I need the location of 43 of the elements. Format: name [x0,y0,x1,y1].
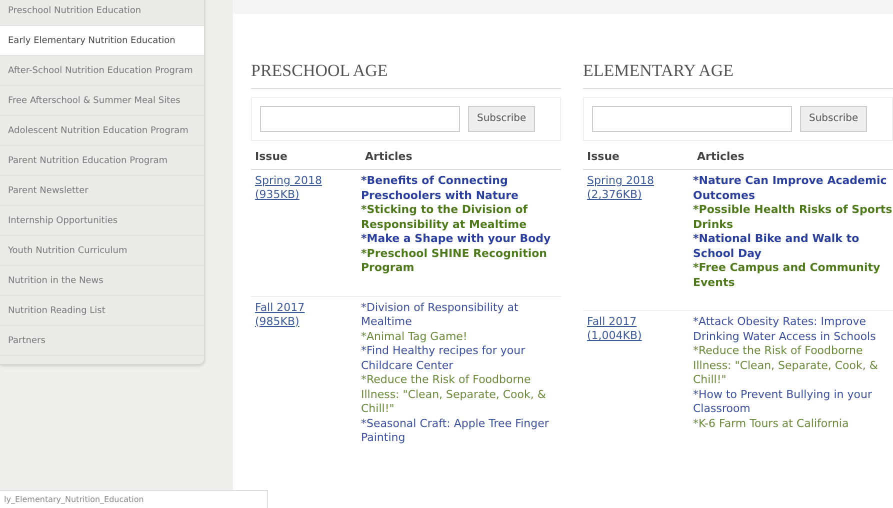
article-title: *K-6 Farm Tours at California [693,416,850,431]
issue-link[interactable]: Spring 2018 (935KB) [251,174,361,276]
sidebar-item[interactable]: Nutrition in the News [0,266,204,296]
article-title: *Reduce the Risk of Foodborne Illness: "Clean, Separate, Cook, & Chill!" [693,344,879,388]
section-heading: PRESCHOOL AGE [251,58,561,88]
subscribe-button[interactable]: Subscribe [800,106,868,132]
article-title: *Preschool SHINE Recognition Program [361,246,548,276]
sidebar-item[interactable]: Youth Nutrition Curriculum [0,236,204,266]
article-title: *Division of Responsibility at Mealtime [361,300,520,330]
sidebar-item[interactable]: Parent Nutrition Education Program [0,146,204,176]
article-title: *National Bike and Walk to School Day [693,232,860,261]
column-header: Issue [254,148,288,164]
sidebar-item[interactable]: Internship Opportunities [0,206,204,236]
sidebar-item[interactable]: Free Afterschool & Summer Meal Sites [0,86,204,116]
article-title: *Attack Obesity Rates: Improve Drinking Water Access in Schools [693,315,877,344]
sidebar-item[interactable]: Early Elementary Nutrition Education [0,26,204,56]
issue-link[interactable]: Spring 2018 (2,376KB) [583,174,693,290]
issue-link[interactable]: Fall 2017 (985KB) [251,300,361,446]
section-heading: ELEMENTARY AGE [583,58,893,88]
column-header: Articles [696,148,744,164]
article-title: *Seasonal Craft: Apple Tree Finger Painting [361,416,550,446]
subscribe-button[interactable]: Subscribe [468,106,536,132]
sidebar-item[interactable]: Nutrition Reading List [0,296,204,326]
article-title: *Animal Tag Game! [361,330,468,344]
sidebar-item[interactable]: After-School Nutrition Education Program [0,56,204,86]
article-title: *Free Campus and Community Events [693,261,882,290]
issue-link[interactable]: Fall 2017 (1,004KB) [583,315,693,431]
article-title: *How to Prevent Bullying in your Classroom [693,388,873,416]
sidebar-item[interactable]: Adolescent Nutrition Education Program [0,116,204,146]
email-field[interactable] [260,106,460,132]
article-title: *Benefits of Connecting Preschoolers with Nature [361,174,520,203]
article-title: *Nature Can Improve Academic Outcomes [693,174,888,203]
sidebar-item[interactable]: Parent Newsletter [0,176,204,206]
article-title: *Possible Health Risks of Sports Drinks [693,203,893,232]
status-bar: ly_Elementary_Nutrition_Education [0,490,268,508]
article-title: *Sticking to the Division of Responsibility at Mealtime [361,203,529,232]
sidebar-item[interactable]: Partners [0,326,204,356]
column-header: Articles [364,148,412,164]
article-title: *Reduce the Risk of Foodborne Illness: "Clean, Separate, Cook, & Chill!" [361,373,547,416]
article-title: *Find Healthy recipes for your Childcare Center [361,344,526,373]
article-title: *Make a Shape with your Body [361,232,552,246]
column-header: Issue [586,148,620,164]
email-field[interactable] [592,106,792,132]
